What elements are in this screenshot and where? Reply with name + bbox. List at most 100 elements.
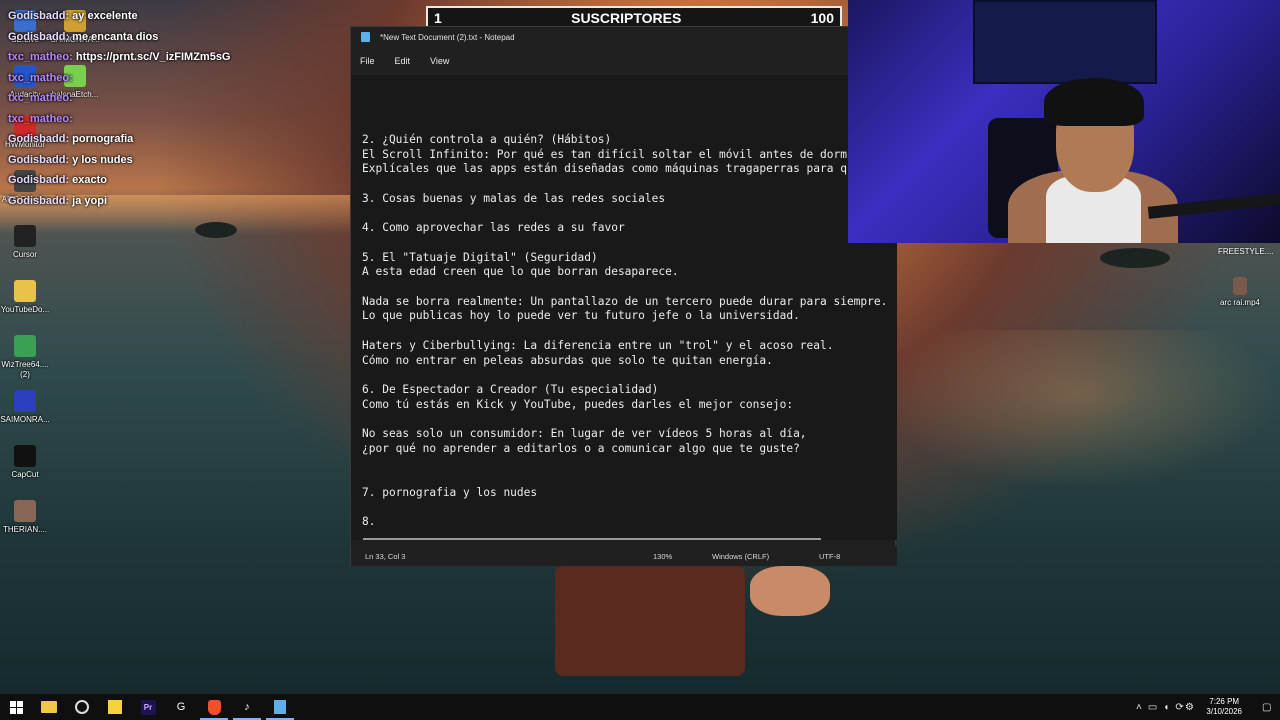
desktop-icon-label: WizTree64.... (2) bbox=[1, 360, 49, 379]
notepad-icon bbox=[361, 32, 370, 42]
desktop-icon[interactable]: THERIAN.... bbox=[0, 500, 50, 535]
desktop-icon-label: Cursor bbox=[12, 250, 37, 259]
chat-message: Godisbadd: y los nudes bbox=[8, 150, 338, 171]
video-icon bbox=[14, 500, 36, 522]
desktop-icon-label: arc rai.mp4 bbox=[1219, 298, 1260, 307]
zoom-level: 130% bbox=[653, 552, 673, 561]
text-line: 7. pornografia y los nudes bbox=[362, 485, 538, 499]
system-tray: ˄ ▭ ◖ ⟳ bbox=[1136, 694, 1184, 720]
desktop-icon[interactable]: WizTree64.... (2) bbox=[0, 335, 50, 380]
chat-text: ja yopi bbox=[72, 194, 108, 207]
notifications-icon[interactable]: ▢ bbox=[1262, 694, 1271, 720]
chat-message: txc_matheo: bbox=[8, 88, 338, 109]
sync-icon[interactable]: ⟳ bbox=[1175, 702, 1183, 713]
desktop-icon-arc-video[interactable]: arc rai.mp4 bbox=[1215, 277, 1265, 308]
chat-message: txc_matheo: https://prnt.sc/V_izFIMZm5sG bbox=[8, 47, 338, 68]
water-reflection bbox=[880, 330, 1280, 490]
text-line: 8. bbox=[362, 515, 376, 529]
cursor-app-icon bbox=[14, 225, 36, 247]
freestyle-label[interactable]: FREESTYLE.... bbox=[1218, 247, 1274, 256]
rock bbox=[195, 222, 237, 238]
chat-text: y los nudes bbox=[72, 153, 133, 166]
chat-message: txc_matheo: bbox=[8, 109, 338, 130]
settings-icon[interactable]: ⚙ bbox=[1185, 694, 1194, 720]
chat-text: exacto bbox=[72, 174, 108, 186]
feet-image bbox=[750, 566, 830, 616]
app-icon bbox=[14, 390, 36, 412]
wiztree-icon bbox=[14, 335, 36, 357]
desktop-icon-label: CapCut bbox=[11, 470, 39, 479]
text-line: Nada se borra realmente: Un pantallazo d… bbox=[362, 294, 888, 308]
chat-message: Godisbadd: ja yopi bbox=[8, 191, 338, 212]
text-line: ¿por qué no aprender a editarlos o a com… bbox=[362, 441, 800, 455]
chat-message: txc_matheo: bbox=[8, 68, 338, 89]
chat-username: Godisbadd: bbox=[8, 30, 70, 43]
notepad-icon[interactable] bbox=[266, 698, 294, 720]
menu-edit[interactable]: Edit bbox=[395, 56, 411, 66]
network-icon[interactable]: ▭ bbox=[1148, 702, 1157, 713]
text-line: No seas solo un consumidor: En lugar de … bbox=[362, 427, 807, 440]
chat-text: https://prnt.sc/V_izFIMZm5sG bbox=[75, 51, 231, 63]
text-line: 3. Cosas buenas y malas de las redes soc… bbox=[362, 191, 666, 205]
cursor-position: Ln 33, Col 3 bbox=[365, 552, 406, 561]
rock bbox=[1100, 248, 1170, 268]
horizontal-scrollbar[interactable] bbox=[363, 538, 821, 540]
subscriber-count: 1 bbox=[434, 10, 442, 26]
desktop-icon[interactable]: Cursor bbox=[0, 225, 50, 260]
desktop-icon[interactable]: YouTubeDo... bbox=[0, 280, 50, 315]
clock-time: 7:26 PM bbox=[1209, 697, 1240, 706]
ghub-icon[interactable]: G bbox=[172, 698, 190, 716]
premiere-icon[interactable]: Pr bbox=[139, 698, 157, 716]
text-line: 5. El "Tatuaje Digital" (Seguridad) bbox=[362, 250, 598, 264]
text-line: 4. Como aprovechar las redes a su favor bbox=[362, 221, 625, 235]
chat-username: Godisbadd: bbox=[8, 133, 70, 145]
wall-poster bbox=[973, 0, 1157, 84]
chat-message: Godisbadd: exacto bbox=[8, 170, 338, 191]
menu-bar: File Edit View bbox=[351, 47, 895, 75]
menu-view[interactable]: View bbox=[430, 56, 449, 66]
text-line: El Scroll Infinito: Por qué es tan difíc… bbox=[362, 147, 854, 161]
window-titlebar[interactable]: *New Text Document (2).txt - Notepad bbox=[351, 27, 895, 47]
sticky-notes-icon[interactable] bbox=[106, 698, 124, 716]
taskbar-clock[interactable]: 7:26 PM 3/10/2026 bbox=[1206, 697, 1242, 717]
start-icon[interactable] bbox=[7, 698, 25, 716]
volume-icon[interactable]: ◖ bbox=[1163, 702, 1169, 713]
desktop-icon-label: THERIAN.... bbox=[2, 525, 47, 534]
text-line: Como tú estás en Kick y YouTube, puedes … bbox=[362, 397, 794, 411]
chat-text: ay excelente bbox=[72, 10, 138, 22]
text-line: A esta edad creen que lo que borran desa… bbox=[362, 265, 679, 279]
subscriber-label: SUSCRIPTORES bbox=[571, 10, 682, 26]
chevron-up-icon[interactable]: ˄ bbox=[1136, 702, 1142, 713]
status-bar: Ln 33, Col 3 130% Windows (CRLF) UTF-8 bbox=[351, 546, 897, 566]
desktop-icon[interactable]: SAIMONRA... bbox=[0, 390, 50, 425]
text-line: Lo que publicas hoy lo puede ver tu futu… bbox=[362, 309, 800, 323]
desktop-icon[interactable]: CapCut bbox=[0, 445, 50, 480]
tiktok-icon[interactable]: ♪ bbox=[233, 698, 261, 720]
text-line: 6. De Espectador a Creador (Tu especiali… bbox=[362, 382, 659, 396]
video-icon bbox=[1233, 277, 1247, 295]
folder-icon bbox=[14, 280, 36, 302]
chat-username: Godisbadd: bbox=[8, 194, 70, 207]
chat-username: txc_matheo: bbox=[8, 112, 73, 125]
chat-message: Godisbadd: pornografia bbox=[8, 129, 338, 150]
text-line: Explícales que las apps están diseñadas … bbox=[362, 162, 854, 176]
menu-file[interactable]: File bbox=[360, 56, 375, 66]
brave-icon[interactable] bbox=[200, 698, 228, 720]
chat-username: Godisbadd: bbox=[8, 153, 70, 166]
chat-username: txc_matheo: bbox=[8, 51, 73, 63]
streamer-cap bbox=[1044, 78, 1144, 126]
notepad-window: *New Text Document (2).txt - Notepad Fil… bbox=[350, 26, 897, 566]
desktop-icon-label: YouTubeDo... bbox=[0, 305, 50, 314]
chat-message: Godisbadd: me encanta dios bbox=[8, 27, 338, 48]
webcam-overlay bbox=[848, 0, 1280, 243]
file-explorer-icon[interactable] bbox=[40, 698, 58, 716]
window-title: *New Text Document (2).txt - Notepad bbox=[380, 32, 515, 42]
chat-username: Godisbadd: bbox=[8, 10, 70, 22]
chrome-icon[interactable] bbox=[73, 698, 91, 716]
desktop-icon-label: SAIMONRA... bbox=[0, 415, 50, 424]
text-editor[interactable]: 2. ¿Quién controla a quién? (Hábitos) El … bbox=[351, 75, 897, 540]
subscriber-goal: 100 bbox=[810, 10, 834, 26]
chat-username: txc_matheo: bbox=[8, 71, 73, 84]
chat-text: me encanta dios bbox=[72, 30, 159, 43]
taskbar: Pr G ♪ ˄ ▭ ◖ ⟳ 7:26 PM 3/10/2026 ⚙ ▢ bbox=[0, 694, 1280, 720]
